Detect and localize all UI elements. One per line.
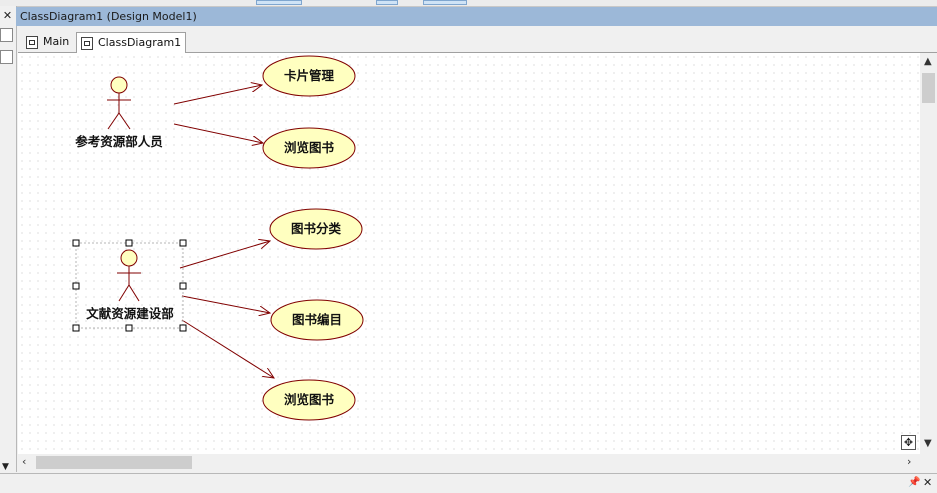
panel-button[interactable] xyxy=(0,28,13,42)
panel-button[interactable] xyxy=(0,50,13,64)
selection-handle[interactable] xyxy=(179,324,187,332)
bottom-panel-bar: 📌 ✕ xyxy=(0,473,937,493)
tab-label: ClassDiagram1 xyxy=(98,36,182,49)
use-case-diagram: 参考资源部人员 文献资源建设部 卡片管理 浏览图书 图书分类 图书编目 浏览图书 xyxy=(72,55,364,421)
toolbar-button[interactable] xyxy=(423,0,467,5)
tab-classdiagram1[interactable]: ClassDiagram1 xyxy=(76,32,187,53)
use-case-4[interactable]: 图书编目 xyxy=(270,299,364,341)
selection-handle[interactable] xyxy=(125,324,133,332)
tab-main[interactable]: Main xyxy=(26,32,69,52)
selection-handle[interactable] xyxy=(179,239,187,247)
use-case-label: 卡片管理 xyxy=(284,68,335,83)
scroll-right-icon[interactable]: › xyxy=(907,455,911,468)
scroll-left-icon[interactable]: ‹ xyxy=(22,455,26,468)
use-case-3[interactable]: 图书分类 xyxy=(269,208,363,250)
actor-leg xyxy=(128,284,140,302)
use-case-5[interactable]: 浏览图书 xyxy=(262,379,356,421)
use-case-label: 浏览图书 xyxy=(284,392,335,407)
toolbar-button[interactable] xyxy=(376,0,398,5)
scrollbar-thumb[interactable] xyxy=(36,456,192,469)
close-icon[interactable]: ✕ xyxy=(1,9,14,22)
browser-panel-collapsed: ✕ ▼ xyxy=(0,6,17,472)
actor-leg xyxy=(118,112,131,130)
selection-handle[interactable] xyxy=(179,282,187,290)
association-line[interactable] xyxy=(179,241,270,269)
move-icon[interactable]: ✥ xyxy=(901,435,916,450)
association-line[interactable] xyxy=(181,295,270,313)
use-case-label: 浏览图书 xyxy=(284,140,335,155)
selection-handle[interactable] xyxy=(72,282,80,290)
diagram-window-title: ClassDiagram1 (Design Model1) xyxy=(16,7,937,26)
scroll-down-icon[interactable]: ▼ xyxy=(2,462,9,472)
association-line[interactable] xyxy=(181,319,274,378)
actor-leg xyxy=(118,284,130,302)
tab-label: Main xyxy=(43,35,70,48)
actor-1[interactable]: 参考资源部人员 xyxy=(75,76,163,149)
use-case-label: 图书分类 xyxy=(291,221,342,236)
diagram-canvas[interactable]: 参考资源部人员 文献资源建设部 卡片管理 浏览图书 图书分类 图书编目 浏览图书 xyxy=(18,53,920,454)
use-case-2[interactable]: 浏览图书 xyxy=(262,127,356,169)
actor-leg xyxy=(107,112,120,130)
pin-icon[interactable]: 📌 xyxy=(908,477,920,488)
association-line[interactable] xyxy=(173,123,263,143)
selection-handle[interactable] xyxy=(72,324,80,332)
selection-handle[interactable] xyxy=(72,239,80,247)
scroll-down-icon[interactable]: ▼ xyxy=(924,438,932,449)
diagram-tab-bar: Main ClassDiagram1 xyxy=(18,30,937,53)
actor-label: 参考资源部人员 xyxy=(75,134,163,149)
scroll-up-icon[interactable]: ▲ xyxy=(924,56,932,67)
use-case-1[interactable]: 卡片管理 xyxy=(262,55,356,97)
diagram-icon xyxy=(26,35,38,49)
scrollbar-thumb[interactable] xyxy=(922,73,935,103)
actor-2[interactable]: 文献资源建设部 xyxy=(72,239,187,332)
actor-label: 文献资源建设部 xyxy=(86,306,174,321)
actor-head xyxy=(110,76,128,94)
toolbar-button[interactable] xyxy=(256,0,302,5)
toolbar-strip xyxy=(0,0,937,7)
use-case-label: 图书编目 xyxy=(292,312,342,327)
diagram-icon xyxy=(81,36,93,50)
actor-head xyxy=(120,249,138,267)
selection-handle[interactable] xyxy=(125,239,133,247)
horizontal-scrollbar[interactable]: ‹ › xyxy=(18,454,937,471)
association-line[interactable] xyxy=(173,85,262,105)
vertical-scrollbar[interactable]: ▲ ▼ xyxy=(920,53,937,454)
close-icon[interactable]: ✕ xyxy=(923,476,932,489)
